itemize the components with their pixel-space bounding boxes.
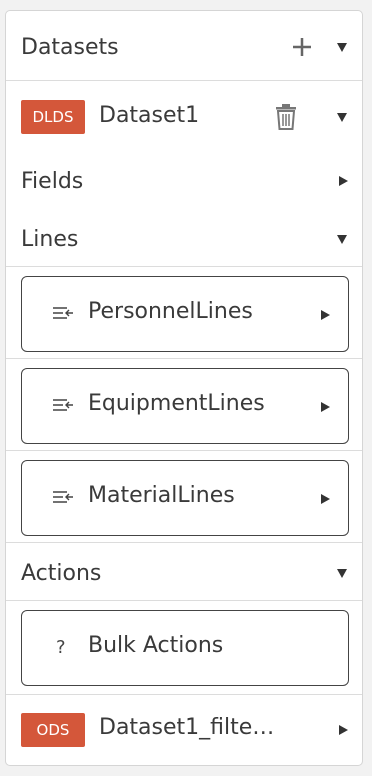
dataset-row[interactable]: ODS Dataset1_filte… bbox=[6, 709, 362, 749]
lines-label: Lines bbox=[21, 226, 79, 252]
lines-icon bbox=[52, 397, 74, 416]
fields-expand-icon[interactable] bbox=[339, 176, 348, 186]
section-actions[interactable]: Actions bbox=[6, 555, 362, 591]
dataset-expand-icon[interactable] bbox=[339, 725, 348, 735]
action-card-bulk[interactable]: ? Bulk Actions bbox=[21, 610, 349, 686]
dataset-type-badge: ODS bbox=[21, 713, 85, 747]
line-card-personnel[interactable]: PersonnelLines bbox=[21, 276, 349, 352]
section-lines[interactable]: Lines bbox=[6, 221, 362, 257]
divider bbox=[6, 266, 362, 267]
expand-icon[interactable] bbox=[321, 402, 330, 412]
datasets-panel: Datasets DLDS Dataset1 Fields Lines Pers… bbox=[5, 10, 363, 766]
lines-icon bbox=[52, 489, 74, 508]
question-icon: ? bbox=[56, 637, 66, 658]
line-card-label: PersonnelLines bbox=[88, 299, 253, 324]
expand-icon[interactable] bbox=[321, 494, 330, 504]
lines-icon bbox=[52, 305, 74, 324]
action-card-label: Bulk Actions bbox=[88, 633, 224, 658]
line-card-equipment[interactable]: EquipmentLines bbox=[21, 368, 349, 444]
expand-icon[interactable] bbox=[321, 310, 330, 320]
dataset-name: Dataset1_filte… bbox=[99, 715, 275, 740]
lines-collapse-icon[interactable] bbox=[337, 235, 347, 244]
divider bbox=[6, 600, 362, 601]
dataset-collapse-icon[interactable] bbox=[337, 113, 347, 122]
divider bbox=[6, 358, 362, 359]
dataset-name: Dataset1 bbox=[99, 103, 200, 128]
actions-collapse-icon[interactable] bbox=[337, 569, 347, 578]
datasets-header: Datasets bbox=[6, 29, 362, 65]
trash-icon[interactable] bbox=[275, 104, 297, 130]
divider bbox=[6, 542, 362, 543]
datasets-collapse-icon[interactable] bbox=[337, 43, 347, 52]
add-icon[interactable] bbox=[291, 36, 313, 58]
dataset-type-badge: DLDS bbox=[21, 100, 85, 134]
divider bbox=[6, 80, 362, 81]
actions-label: Actions bbox=[21, 560, 102, 586]
line-card-label: EquipmentLines bbox=[88, 391, 265, 416]
line-card-material[interactable]: MaterialLines bbox=[21, 460, 349, 536]
fields-label: Fields bbox=[21, 168, 84, 194]
line-card-label: MaterialLines bbox=[88, 483, 235, 508]
section-fields[interactable]: Fields bbox=[6, 163, 362, 199]
divider bbox=[6, 450, 362, 451]
dataset-row[interactable]: DLDS Dataset1 bbox=[6, 97, 362, 137]
divider bbox=[6, 694, 362, 695]
datasets-title: Datasets bbox=[21, 34, 119, 60]
